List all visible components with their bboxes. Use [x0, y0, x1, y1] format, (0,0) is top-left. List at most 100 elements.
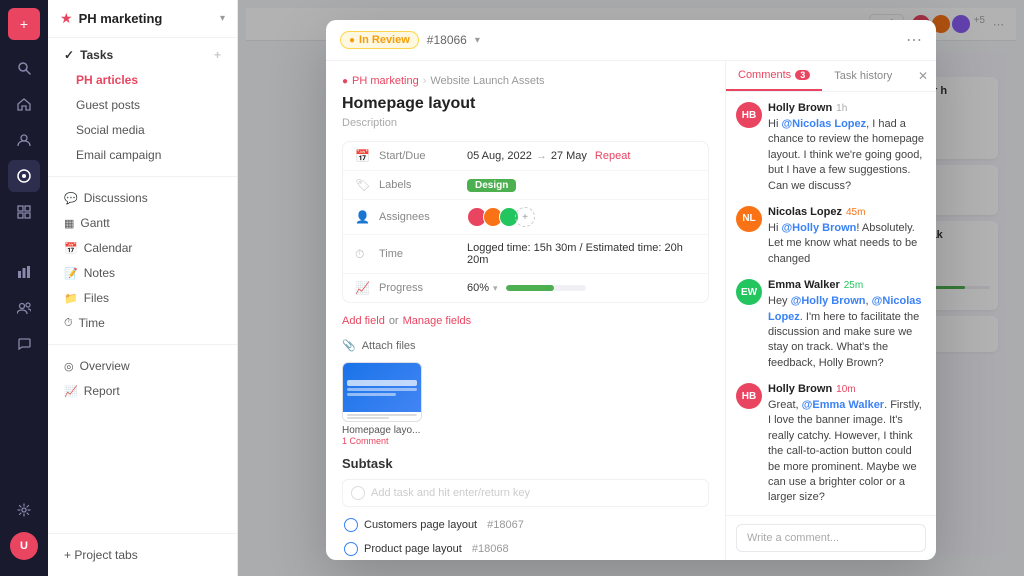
- main-area: + 1 +5 ⋯ Review 2 How: [238, 0, 1024, 576]
- task-modal: ● In Review #18066 ▾ ⋯ ● PH marketing › …: [326, 20, 936, 560]
- task-id-chevron-icon[interactable]: ▾: [475, 35, 480, 46]
- calendar-icon: 📅: [64, 242, 78, 255]
- label-badge-design: Design: [467, 179, 516, 192]
- subtask-2-circle[interactable]: [344, 542, 358, 556]
- nav-email-campaign[interactable]: Email campaign: [52, 143, 233, 167]
- field-assignees-value[interactable]: +: [467, 207, 696, 227]
- tab-comments[interactable]: Comments 3: [726, 61, 822, 91]
- comment-2-avatar: NL: [736, 206, 762, 232]
- field-row-assignees: 👤 Assignees +: [343, 200, 708, 235]
- field-start-due-value[interactable]: 05 Aug, 2022 → 27 May Repeat: [467, 150, 696, 162]
- subtask-1-circle[interactable]: [344, 518, 358, 532]
- nav-email-campaign-label: Email campaign: [76, 148, 161, 162]
- paperclip-icon: 📎: [342, 339, 356, 352]
- breadcrumb-folder: Website Launch Assets: [430, 75, 544, 87]
- user-avatar[interactable]: U: [10, 532, 38, 560]
- calendar-field-icon: 📅: [355, 149, 371, 163]
- image-preview-top: [343, 363, 421, 412]
- tab-history[interactable]: Task history: [822, 61, 904, 91]
- assignee-avatars: +: [467, 207, 535, 227]
- nav-time[interactable]: ⏱ Time: [52, 311, 233, 335]
- task-fields: 📅 Start/Due 05 Aug, 2022 → 27 May Repeat: [342, 141, 709, 303]
- nav-guest-posts-label: Guest posts: [76, 98, 140, 112]
- nav-ph-articles[interactable]: PH articles: [52, 68, 233, 92]
- modal-close-btn[interactable]: ✕: [910, 61, 936, 91]
- sidebar-home-icon[interactable]: [8, 88, 40, 120]
- overview-icon: ◎: [64, 360, 74, 373]
- task-id: #18066: [427, 33, 467, 47]
- comment-4-header: Holly Brown 10m: [768, 383, 926, 395]
- nav-guest-posts[interactable]: Guest posts: [52, 93, 233, 117]
- subtask-item-1[interactable]: Customers page layout #18067: [342, 513, 709, 537]
- comment-input-box[interactable]: Write a comment...: [736, 524, 926, 552]
- sidebar-search-icon[interactable]: [8, 52, 40, 84]
- add-task-icon[interactable]: +: [214, 48, 221, 62]
- field-row-time: ⏱ Time Logged time: 15h 30m / Estimated …: [343, 235, 708, 274]
- comment-3-time: 25m: [844, 280, 863, 291]
- sidebar-me-icon[interactable]: [8, 124, 40, 156]
- add-assignee-btn[interactable]: +: [515, 207, 535, 227]
- sidebar-people-icon[interactable]: [8, 292, 40, 324]
- nav-gantt[interactable]: ▦ Gantt: [52, 211, 233, 235]
- sidebar-everything-icon[interactable]: [8, 196, 40, 228]
- end-date: 27 May: [551, 150, 587, 162]
- repeat-link[interactable]: Repeat: [595, 150, 630, 162]
- comment-input-area[interactable]: Write a comment...: [726, 515, 936, 560]
- arrow-icon: →: [536, 150, 547, 162]
- time-field-icon: ⏱: [355, 247, 371, 262]
- task-details-panel: ● PH marketing › Website Launch Assets H…: [326, 61, 726, 560]
- comment-2: NL Nicolas Lopez 45m Hi @Holly Brown! Ab…: [736, 206, 926, 267]
- comment-1-avatar: HB: [736, 102, 762, 128]
- subtask-input-circle: [351, 486, 365, 500]
- nav-tasks[interactable]: ✓ Tasks +: [52, 43, 233, 67]
- field-time-value[interactable]: Logged time: 15h 30m / Estimated time: 2…: [467, 242, 696, 266]
- comments-tab-label: Comments: [738, 69, 791, 81]
- field-labels-value[interactable]: Design: [467, 179, 696, 192]
- discussions-icon: 💬: [64, 192, 78, 205]
- comment-4-text: Great, @Emma Walker. Firstly, I love the…: [768, 398, 926, 506]
- history-tab-label: Task history: [834, 70, 892, 82]
- add-field-link[interactable]: Add field: [342, 315, 385, 327]
- mention-nicolas: @Nicolas Lopez: [781, 118, 866, 130]
- comment-3-header: Emma Walker 25m: [768, 279, 926, 291]
- task-desc-label[interactable]: Description: [342, 117, 709, 129]
- subtask-item-2[interactable]: Product page layout #18068: [342, 537, 709, 560]
- task-more-icon[interactable]: ⋯: [906, 30, 922, 50]
- subtask-2-label: Product page layout: [364, 543, 462, 555]
- nav-overview[interactable]: ◎ Overview: [52, 354, 233, 378]
- task-image-thumb[interactable]: [342, 362, 422, 422]
- attach-files-btn[interactable]: 📎 Attach files: [342, 339, 709, 352]
- sidebar-settings-icon[interactable]: [8, 494, 40, 526]
- nav-files[interactable]: 📁 Files: [52, 286, 233, 310]
- sidebar-reports-icon[interactable]: [8, 256, 40, 288]
- subtask-input-row[interactable]: Add task and hit enter/return key: [342, 479, 709, 507]
- nav-social-media[interactable]: Social media: [52, 118, 233, 142]
- nav-calendar[interactable]: 📅 Calendar: [52, 236, 233, 260]
- comment-2-content: Nicolas Lopez 45m Hi @Holly Brown! Absol…: [768, 206, 926, 267]
- comments-panel: Comments 3 Task history ✕ HB: [726, 61, 936, 560]
- nav-notes[interactable]: 📝 Notes: [52, 261, 233, 285]
- breadcrumb-project[interactable]: PH marketing: [352, 75, 419, 87]
- status-dot-icon: ●: [349, 35, 355, 46]
- sidebar-plus-icon[interactable]: +: [8, 8, 40, 40]
- gantt-icon: ▦: [64, 217, 74, 230]
- mention-holly-2: @Holly Brown: [791, 295, 866, 307]
- nav-report[interactable]: 📈 Report: [52, 379, 233, 403]
- sidebar: + U: [0, 0, 48, 576]
- nav-project-tabs[interactable]: + Project tabs: [52, 543, 233, 567]
- progress-bar: [506, 285, 586, 291]
- notes-icon: 📝: [64, 267, 78, 280]
- status-label: In Review: [359, 34, 410, 46]
- mention-emma: @Emma Walker: [802, 399, 884, 411]
- nav-discussions[interactable]: 💬 Discussions: [52, 186, 233, 210]
- sidebar-projects-icon[interactable]: [8, 160, 40, 192]
- comments-list: HB Holly Brown 1h Hi @Nicolas Lopez, I h…: [726, 92, 936, 515]
- project-header[interactable]: ★ PH marketing ▾: [48, 0, 237, 38]
- task-status[interactable]: ● In Review: [340, 31, 419, 49]
- comment-2-text: Hi @Holly Brown! Absolutely. Let me know…: [768, 221, 926, 267]
- comment-3: EW Emma Walker 25m Hey @Holly Brown, @Ni…: [736, 279, 926, 371]
- field-progress-value[interactable]: 60% ▾: [467, 282, 696, 294]
- sidebar-chat-icon[interactable]: [8, 328, 40, 360]
- image-comment-link[interactable]: 1 Comment: [342, 436, 709, 446]
- manage-fields-link[interactable]: Manage fields: [403, 315, 472, 327]
